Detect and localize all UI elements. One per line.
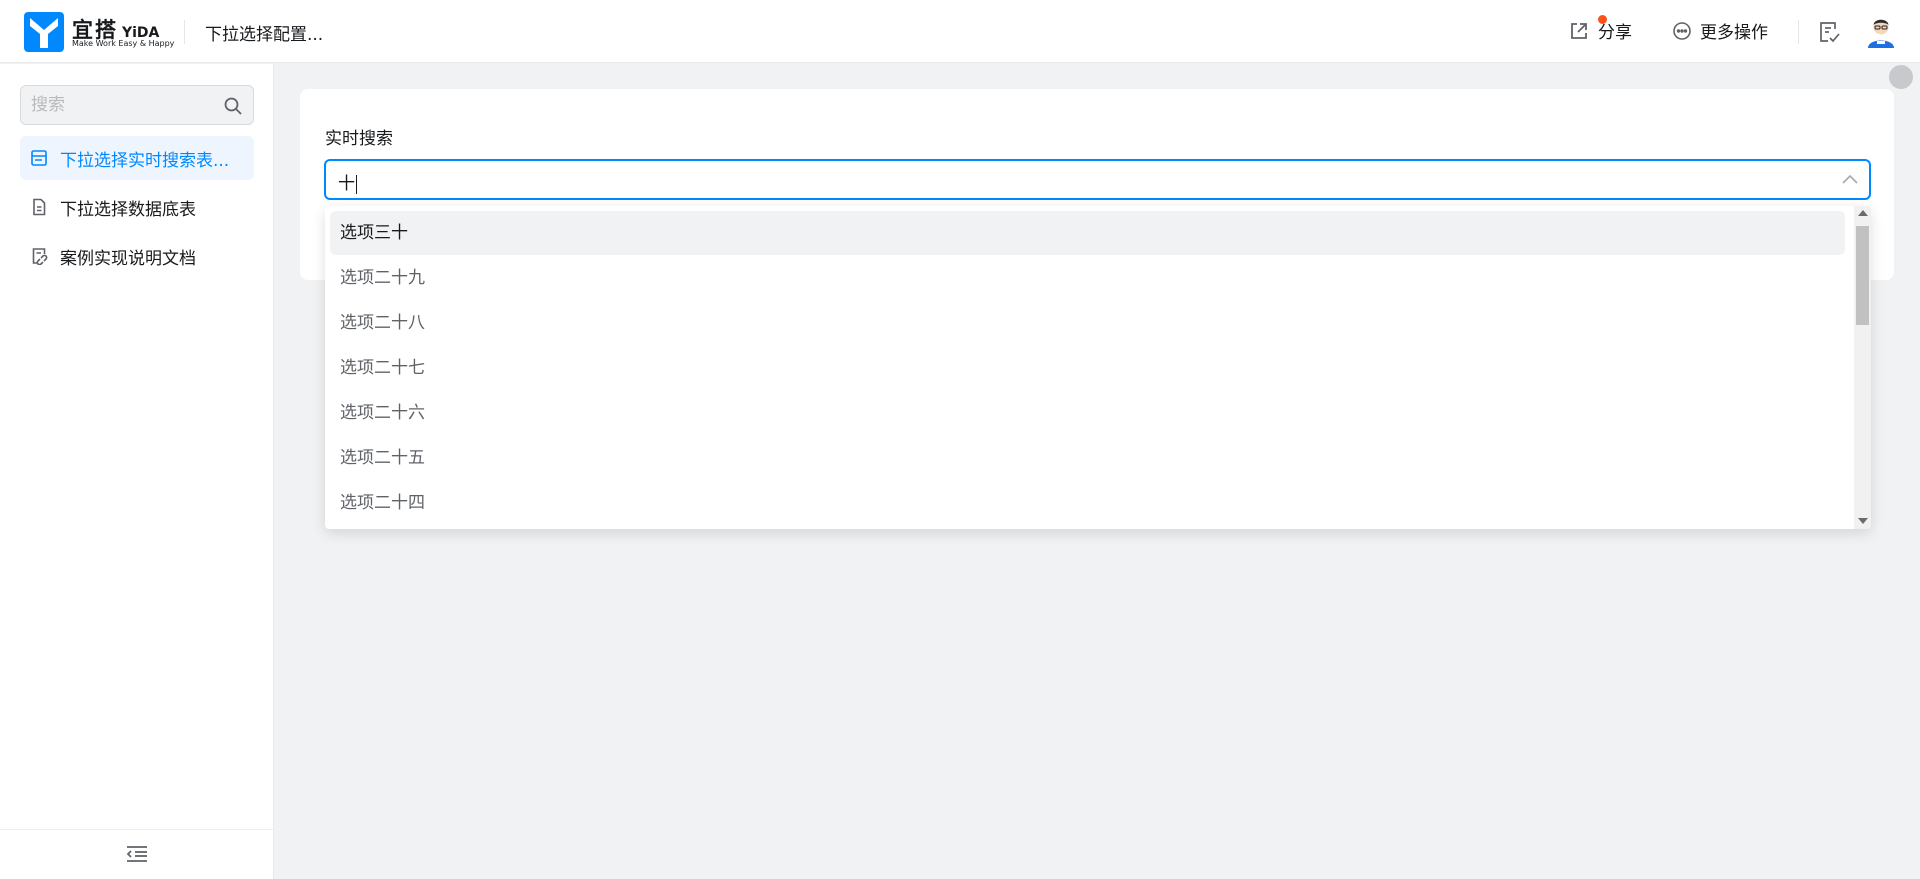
dropdown-option[interactable]: 选项二十五 — [330, 436, 1845, 480]
header-divider-2 — [1798, 20, 1799, 44]
header-divider — [184, 20, 185, 44]
field-label: 实时搜索 — [325, 129, 393, 149]
sidebar-item-realtime-search-form[interactable]: 下拉选择实时搜索表... — [20, 136, 254, 180]
select-dropdown-menu: 选项三十 选项二十九 选项二十八 选项二十七 选项二十六 选项二十五 选项二十四 — [325, 206, 1871, 529]
sidebar: 下拉选择实时搜索表... 下拉选择数据底表 案例实现说明文档 — [0, 64, 274, 879]
page-scroll-indicator[interactable] — [1889, 65, 1913, 89]
logo-slogan: Make Work Easy & Happy — [72, 39, 175, 48]
dropdown-option[interactable]: 选项二十八 — [330, 301, 1845, 345]
sidebar-item-label: 案例实现说明文档 — [60, 248, 196, 269]
scroll-up-arrow-icon[interactable] — [1858, 210, 1868, 216]
scrollbar-thumb[interactable] — [1856, 226, 1869, 325]
sidebar-search-input[interactable] — [31, 86, 211, 124]
dropdown-option[interactable]: 选项二十四 — [330, 481, 1845, 525]
realtime-search-select[interactable]: 十 — [324, 159, 1871, 200]
dropdown-option[interactable]: 选项三十 — [330, 211, 1845, 255]
sidebar-item-data-table[interactable]: 下拉选择数据底表 — [20, 185, 254, 229]
sidebar-item-case-doc[interactable]: 案例实现说明文档 — [20, 234, 254, 278]
link-doc-icon — [32, 248, 48, 265]
yida-logo-icon[interactable] — [24, 12, 64, 52]
select-search-text: 十 — [338, 174, 355, 194]
dropdown-option[interactable]: 选项二十九 — [330, 256, 1845, 300]
doc-icon — [33, 198, 46, 216]
sidebar-footer — [0, 829, 274, 879]
sidebar-search[interactable] — [20, 85, 254, 125]
more-actions-button[interactable]: 更多操作 — [1672, 18, 1768, 43]
app-title[interactable]: 下拉选择配置... — [205, 20, 323, 45]
todo-check-icon[interactable] — [1818, 20, 1840, 44]
share-button[interactable]: 分享 — [1568, 15, 1632, 43]
more-circle-icon — [1673, 21, 1691, 40]
scroll-down-arrow-icon[interactable] — [1858, 518, 1868, 524]
collapse-sidebar-icon[interactable] — [125, 844, 149, 864]
sidebar-item-label: 下拉选择数据底表 — [60, 199, 196, 220]
dropdown-scrollbar[interactable] — [1854, 206, 1871, 529]
dropdown-option[interactable]: 选项二十七 — [330, 346, 1845, 390]
dropdown-option[interactable]: 选项二十六 — [330, 391, 1845, 435]
chevron-up-icon[interactable] — [1841, 173, 1859, 185]
form-icon — [31, 150, 47, 166]
notification-dot — [1598, 15, 1607, 24]
share-icon — [1571, 22, 1587, 39]
search-icon[interactable] — [223, 96, 243, 116]
top-header: 宜搭 YiDA Make Work Easy & Happy 下拉选择配置... … — [0, 0, 1920, 63]
more-actions-label: 更多操作 — [1700, 23, 1768, 43]
select-search-input[interactable]: 十 — [338, 169, 357, 194]
text-caret — [356, 174, 357, 194]
user-avatar-icon[interactable] — [1864, 14, 1898, 48]
sidebar-item-label: 下拉选择实时搜索表... — [60, 150, 230, 171]
